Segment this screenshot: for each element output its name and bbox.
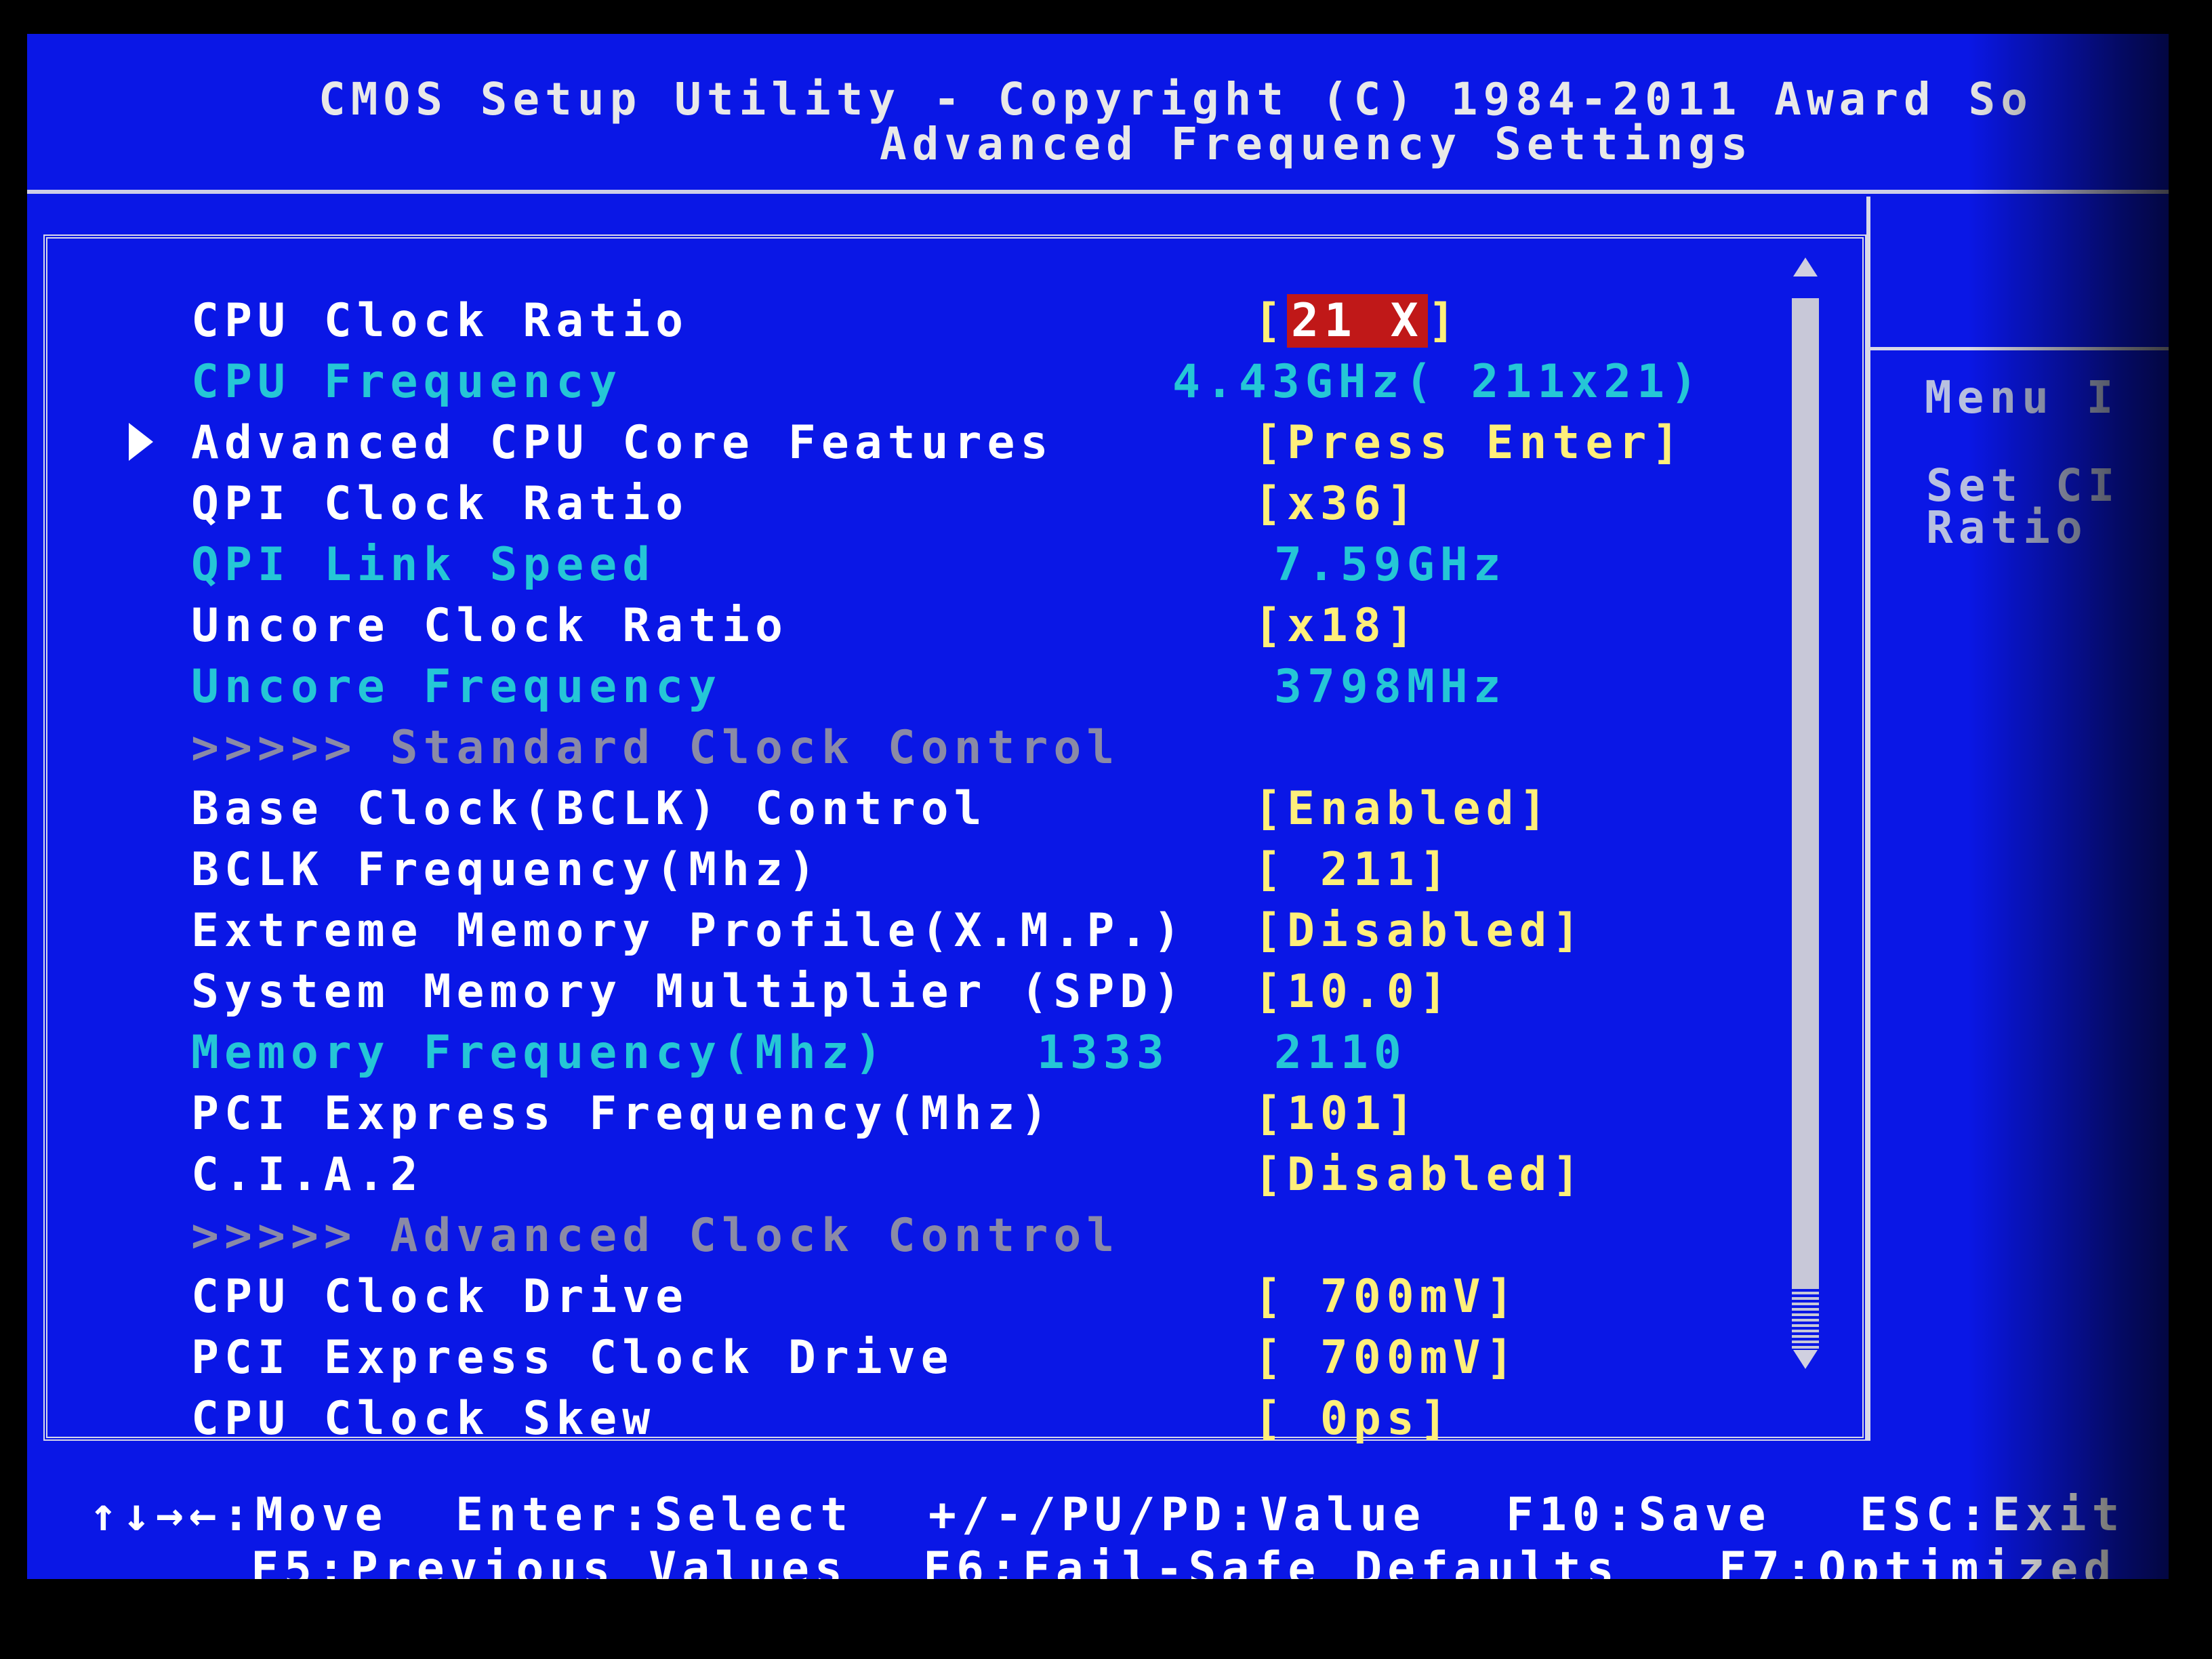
setting-label: Uncore Clock Ratio <box>191 599 788 653</box>
setting-row[interactable]: CPU Clock Ratio [21 X] <box>27 291 1789 351</box>
bios-screen: CMOS Setup Utility - Copyright (C) 1984-… <box>27 34 2169 1579</box>
setting-row[interactable]: QPI Clock Ratio [x36] <box>27 474 1789 534</box>
scrollbar-thumb[interactable] <box>1792 298 1819 1288</box>
page-title: Advanced Frequency Settings <box>880 118 1753 170</box>
setting-readout: 7.59GHz <box>1274 538 1507 592</box>
setting-row: CPU Frequency 4.43GHz( 211x21) <box>27 352 1789 412</box>
setting-row: Memory Frequency(Mhz) 1333 2110 <box>27 1023 1789 1083</box>
setting-label: Advanced CPU Core Features <box>191 416 1054 470</box>
setting-value[interactable]: [Enabled] <box>1254 779 1552 839</box>
setting-label: CPU Frequency <box>191 355 623 409</box>
key-optimized: F7:Optimized <box>1719 1542 2117 1579</box>
setting-row[interactable]: CPU Clock Drive [ 700mV] <box>27 1267 1789 1327</box>
setting-value[interactable]: [21 X] <box>1254 291 1461 351</box>
setting-label: Extreme Memory Profile(X.M.P.) <box>191 904 1187 958</box>
key-save: F10:Save <box>1506 1488 1771 1542</box>
setting-row: QPI Link Speed 7.59GHz <box>27 535 1789 595</box>
key-exit: ESC:Exit <box>1860 1488 2125 1542</box>
setting-row: >>>>> Standard Clock Control <box>27 718 1789 778</box>
selected-value[interactable]: 21 X <box>1286 294 1428 348</box>
setting-readout: 2110 <box>1274 1026 1407 1080</box>
setting-label: CPU Clock Ratio <box>191 294 689 348</box>
key-value: +/-/PU/PD:Value <box>928 1488 1427 1542</box>
setting-label: BCLK Frequency(Mhz) <box>191 843 821 897</box>
setting-label: Memory Frequency(Mhz) <box>191 1026 888 1080</box>
key-fail-safe-defaults: F6:Fail-Safe Defaults <box>923 1542 1620 1579</box>
setting-label: QPI Link Speed <box>191 538 656 592</box>
value-bracket: ] <box>1427 294 1461 348</box>
setting-value[interactable]: [101] <box>1254 1084 1420 1144</box>
setting-value[interactable]: [10.0] <box>1254 962 1453 1022</box>
setting-value[interactable]: [Press Enter] <box>1254 413 1685 473</box>
item-help-panel: Menu I Set CI Ratio <box>1866 197 2169 1441</box>
setting-row[interactable]: Base Clock(BCLK) Control [Enabled] <box>27 779 1789 839</box>
scrollbar[interactable] <box>1788 258 1822 1369</box>
header-divider <box>27 190 2169 194</box>
setting-label: CPU Clock Drive <box>191 1270 689 1324</box>
setting-value[interactable]: [ 700mV] <box>1254 1328 1519 1388</box>
setting-value[interactable]: [x36] <box>1254 474 1420 534</box>
arrow-down-icon[interactable] <box>1793 1350 1818 1369</box>
key-move: ↑↓→←:Move <box>89 1488 388 1542</box>
setting-row[interactable]: System Memory Multiplier (SPD) [10.0] <box>27 962 1789 1022</box>
value-bracket: [ <box>1254 294 1287 348</box>
setting-row[interactable]: C.I.A.2 [Disabled] <box>27 1145 1789 1205</box>
setting-readout: 3798MHz <box>1274 660 1507 714</box>
setting-value[interactable]: [Disabled] <box>1254 901 1585 961</box>
setting-label: >>>>> Advanced Clock Control <box>191 1209 1120 1263</box>
key-select: Enter:Select <box>455 1488 854 1542</box>
setting-label: Base Clock(BCLK) Control <box>191 782 987 836</box>
setting-value[interactable]: [ 211] <box>1254 840 1453 900</box>
setting-row: >>>>> Advanced Clock Control <box>27 1206 1789 1266</box>
setting-label: Uncore Frequency <box>191 660 722 714</box>
setting-label: PCI Express Frequency(Mhz) <box>191 1087 1054 1141</box>
triangle-right-icon <box>129 423 153 461</box>
setting-value[interactable]: [x18] <box>1254 596 1420 656</box>
setting-label: PCI Express Clock Drive <box>191 1331 954 1385</box>
help-title: Menu I <box>1925 371 2119 424</box>
setting-label: C.I.A.2 <box>191 1148 424 1202</box>
key-legend: ↑↓→←:Move Enter:Select +/-/PU/PD:Value F… <box>27 1441 2169 1579</box>
setting-readout: 4.43GHz( 211x21) <box>1172 355 1704 409</box>
setting-label: >>>>> Standard Clock Control <box>191 721 1120 775</box>
setting-row[interactable]: Extreme Memory Profile(X.M.P.) [Disabled] <box>27 901 1789 961</box>
setting-row[interactable]: BCLK Frequency(Mhz) [ 211] <box>27 840 1789 900</box>
setting-row: Uncore Frequency 3798MHz <box>27 657 1789 717</box>
setting-default-value: 1333 <box>1037 1026 1170 1080</box>
help-divider <box>1870 347 2169 350</box>
setting-label: System Memory Multiplier (SPD) <box>191 965 1187 1019</box>
key-previous-values: F5:Previous Values <box>251 1542 848 1579</box>
setting-value[interactable]: [Disabled] <box>1254 1145 1585 1205</box>
setting-label: CPU Clock Skew <box>191 1392 656 1446</box>
help-line-2: Ratio <box>1926 501 2088 554</box>
setting-row[interactable]: CPU Clock Skew [ 0ps] <box>27 1389 1789 1449</box>
setting-value[interactable]: [ 0ps] <box>1254 1389 1453 1449</box>
setting-row[interactable]: Uncore Clock Ratio [x18] <box>27 596 1789 656</box>
scrollbar-track[interactable] <box>1792 1288 1819 1349</box>
setting-row[interactable]: PCI Express Frequency(Mhz) [101] <box>27 1084 1789 1144</box>
setting-row[interactable]: Advanced CPU Core Features [Press Enter] <box>27 413 1789 473</box>
setting-label: QPI Clock Ratio <box>191 477 689 531</box>
setting-row[interactable]: PCI Express Clock Drive [ 700mV] <box>27 1328 1789 1388</box>
setting-value[interactable]: [ 700mV] <box>1254 1267 1519 1327</box>
arrow-up-icon[interactable] <box>1793 258 1818 276</box>
